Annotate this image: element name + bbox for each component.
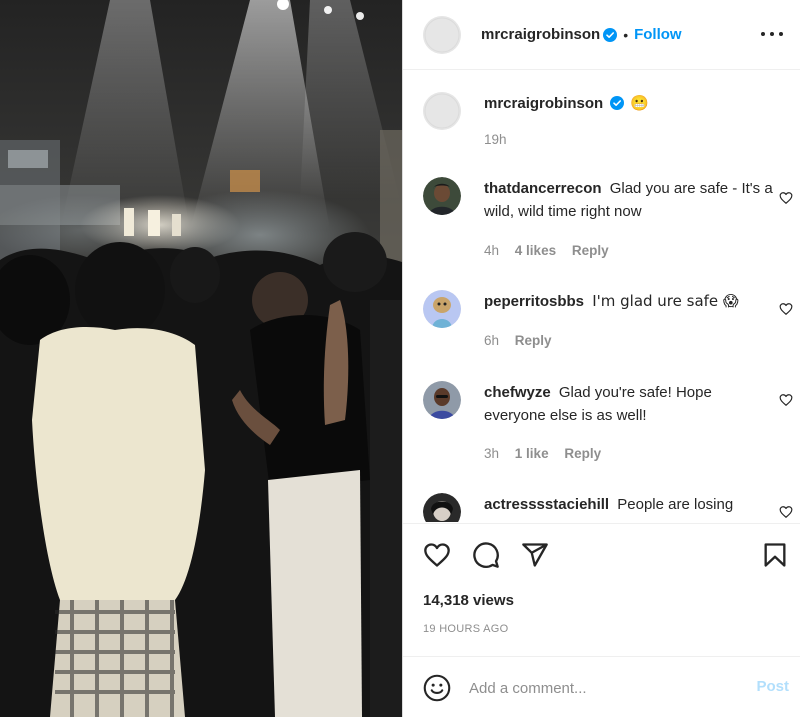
reply-button[interactable]: Reply (572, 243, 609, 258)
heart-icon[interactable] (423, 541, 451, 569)
reply-button[interactable]: Reply (564, 446, 601, 461)
comment-username[interactable]: peperritosbbs (484, 293, 584, 310)
post-actions: 14,318 views 19 HOURS AGO (403, 523, 800, 656)
reply-button[interactable]: Reply (515, 333, 552, 348)
comment-row: peperritosbbs I'm glad ure safe 😱 6h Rep… (423, 290, 793, 360)
commenter-avatar[interactable] (423, 290, 461, 328)
comment-row: thatdancerrecon Glad you are safe - It's… (423, 177, 793, 267)
post-media-video[interactable] (0, 0, 402, 717)
comments-list[interactable]: mrcraigrobinson 😬 19h thatdancerrecon Gla… (403, 71, 800, 522)
concert-crowd-image (0, 0, 402, 717)
comment-icon[interactable] (472, 541, 500, 569)
comment-row: actresssstaciehill People are losing (423, 493, 793, 522)
comment-time[interactable]: 3h (484, 446, 499, 461)
heart-icon[interactable] (779, 505, 793, 519)
commenter-avatar[interactable] (423, 493, 461, 522)
bookmark-icon[interactable] (761, 541, 789, 569)
commenter-avatar[interactable] (423, 177, 461, 215)
heart-icon[interactable] (779, 302, 793, 316)
post-button[interactable]: Post (756, 678, 789, 695)
comment-likes[interactable]: 1 like (515, 446, 549, 461)
caption-body: mrcraigrobinson 😬 (484, 92, 774, 115)
profile-photo-icon (423, 290, 461, 328)
header-separator: • (623, 26, 629, 43)
comment-body: actresssstaciehill People are losing (484, 493, 774, 516)
views-count[interactable]: 14,318 views (423, 592, 514, 609)
comment-time[interactable]: 4h (484, 243, 499, 258)
comment-text: People are losing (617, 496, 734, 513)
caption-time[interactable]: 19h (484, 132, 507, 147)
comment-username[interactable]: thatdancerrecon (484, 180, 602, 197)
default-avatar-icon (423, 15, 461, 54)
caption-meta: 19h (484, 132, 519, 147)
comment-meta: 3h 1 like Reply (484, 446, 613, 461)
post-date[interactable]: 19 HOURS AGO (423, 623, 509, 635)
caption-avatar[interactable] (423, 92, 461, 130)
commenter-avatar[interactable] (423, 381, 461, 419)
more-dots-icon[interactable] (761, 24, 783, 44)
verified-badge-icon (610, 96, 625, 110)
heart-icon[interactable] (779, 191, 793, 205)
author-username[interactable]: mrcraigrobinson (481, 26, 600, 43)
comment-username[interactable]: actresssstaciehill (484, 496, 609, 513)
comment-body: thatdancerrecon Glad you are safe - It's… (484, 177, 774, 223)
author-avatar[interactable] (423, 15, 461, 54)
default-avatar-icon (423, 92, 461, 130)
share-icon[interactable] (521, 541, 549, 569)
comment-input[interactable] (469, 675, 739, 701)
caption-username[interactable]: mrcraigrobinson (484, 95, 603, 112)
post-details-panel: mrcraigrobinson • Follow mrcraigrobinson… (402, 0, 800, 717)
verified-badge-icon (603, 27, 618, 42)
comment-meta: 4h 4 likes Reply (484, 243, 621, 258)
profile-photo-icon (423, 177, 461, 215)
heart-icon[interactable] (779, 393, 793, 407)
emoji-icon[interactable] (423, 674, 451, 702)
caption-row: mrcraigrobinson 😬 19h (423, 92, 793, 162)
caption-text: 😬 (630, 94, 649, 112)
comment-username[interactable]: chefwyze (484, 384, 551, 401)
comment-time[interactable]: 6h (484, 333, 499, 348)
comment-likes[interactable]: 4 likes (515, 243, 556, 258)
comment-body: chefwyze Glad you're safe! Hope everyone… (484, 381, 774, 427)
comment-meta: 6h Reply (484, 333, 564, 348)
add-comment-bar: Post (403, 656, 800, 717)
comment-text: I'm glad ure safe 😱 (592, 292, 739, 310)
post-header: mrcraigrobinson • Follow (403, 0, 800, 70)
comment-body: peperritosbbs I'm glad ure safe 😱 (484, 290, 774, 313)
profile-photo-icon (423, 381, 461, 419)
comment-row: chefwyze Glad you're safe! Hope everyone… (423, 381, 793, 471)
follow-button[interactable]: Follow (634, 26, 682, 43)
profile-photo-icon (423, 493, 461, 522)
